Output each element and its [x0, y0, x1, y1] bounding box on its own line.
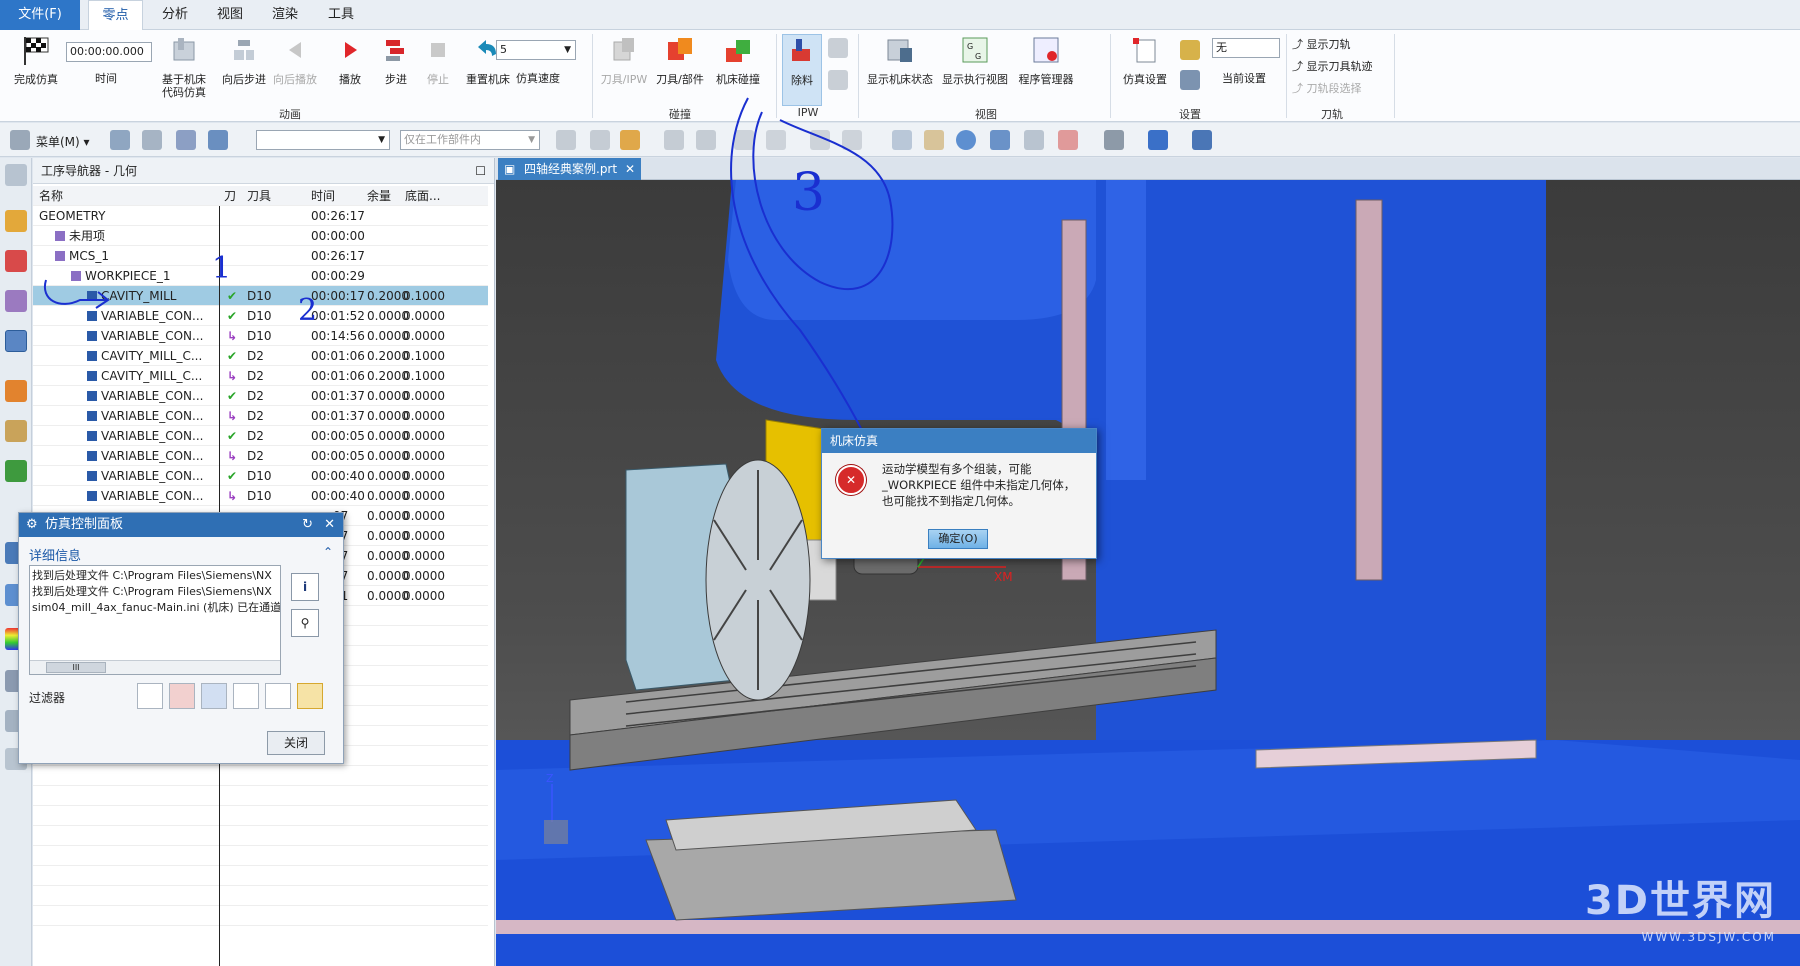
- dialog-message-line: _WORKPIECE 组件中未指定几何体，: [882, 478, 1076, 492]
- error-dialog: 机床仿真 ✕ 运动学模型有多个组装，可能 _WORKPIECE 组件中未指定几何…: [821, 428, 1097, 559]
- dialog-titlebar: 机床仿真: [822, 429, 1096, 453]
- annotation-3: 3: [792, 163, 825, 223]
- dialog-message: 运动学模型有多个组装，可能 _WORKPIECE 组件中未指定几何体， 也可能找…: [882, 461, 1092, 509]
- arrow-to-cavity-mill: [43, 279, 106, 305]
- error-icon: ✕: [836, 465, 866, 495]
- dialog-message-line: 也可能找不到指定几何体。: [882, 494, 1020, 508]
- annotation-2: 2: [298, 293, 317, 328]
- annotation-1: 1: [212, 251, 231, 286]
- dialog-title: 机床仿真: [830, 434, 879, 448]
- dialog-message-line: 运动学模型有多个组装，可能: [882, 462, 1032, 476]
- ok-button[interactable]: 确定(O): [928, 529, 988, 549]
